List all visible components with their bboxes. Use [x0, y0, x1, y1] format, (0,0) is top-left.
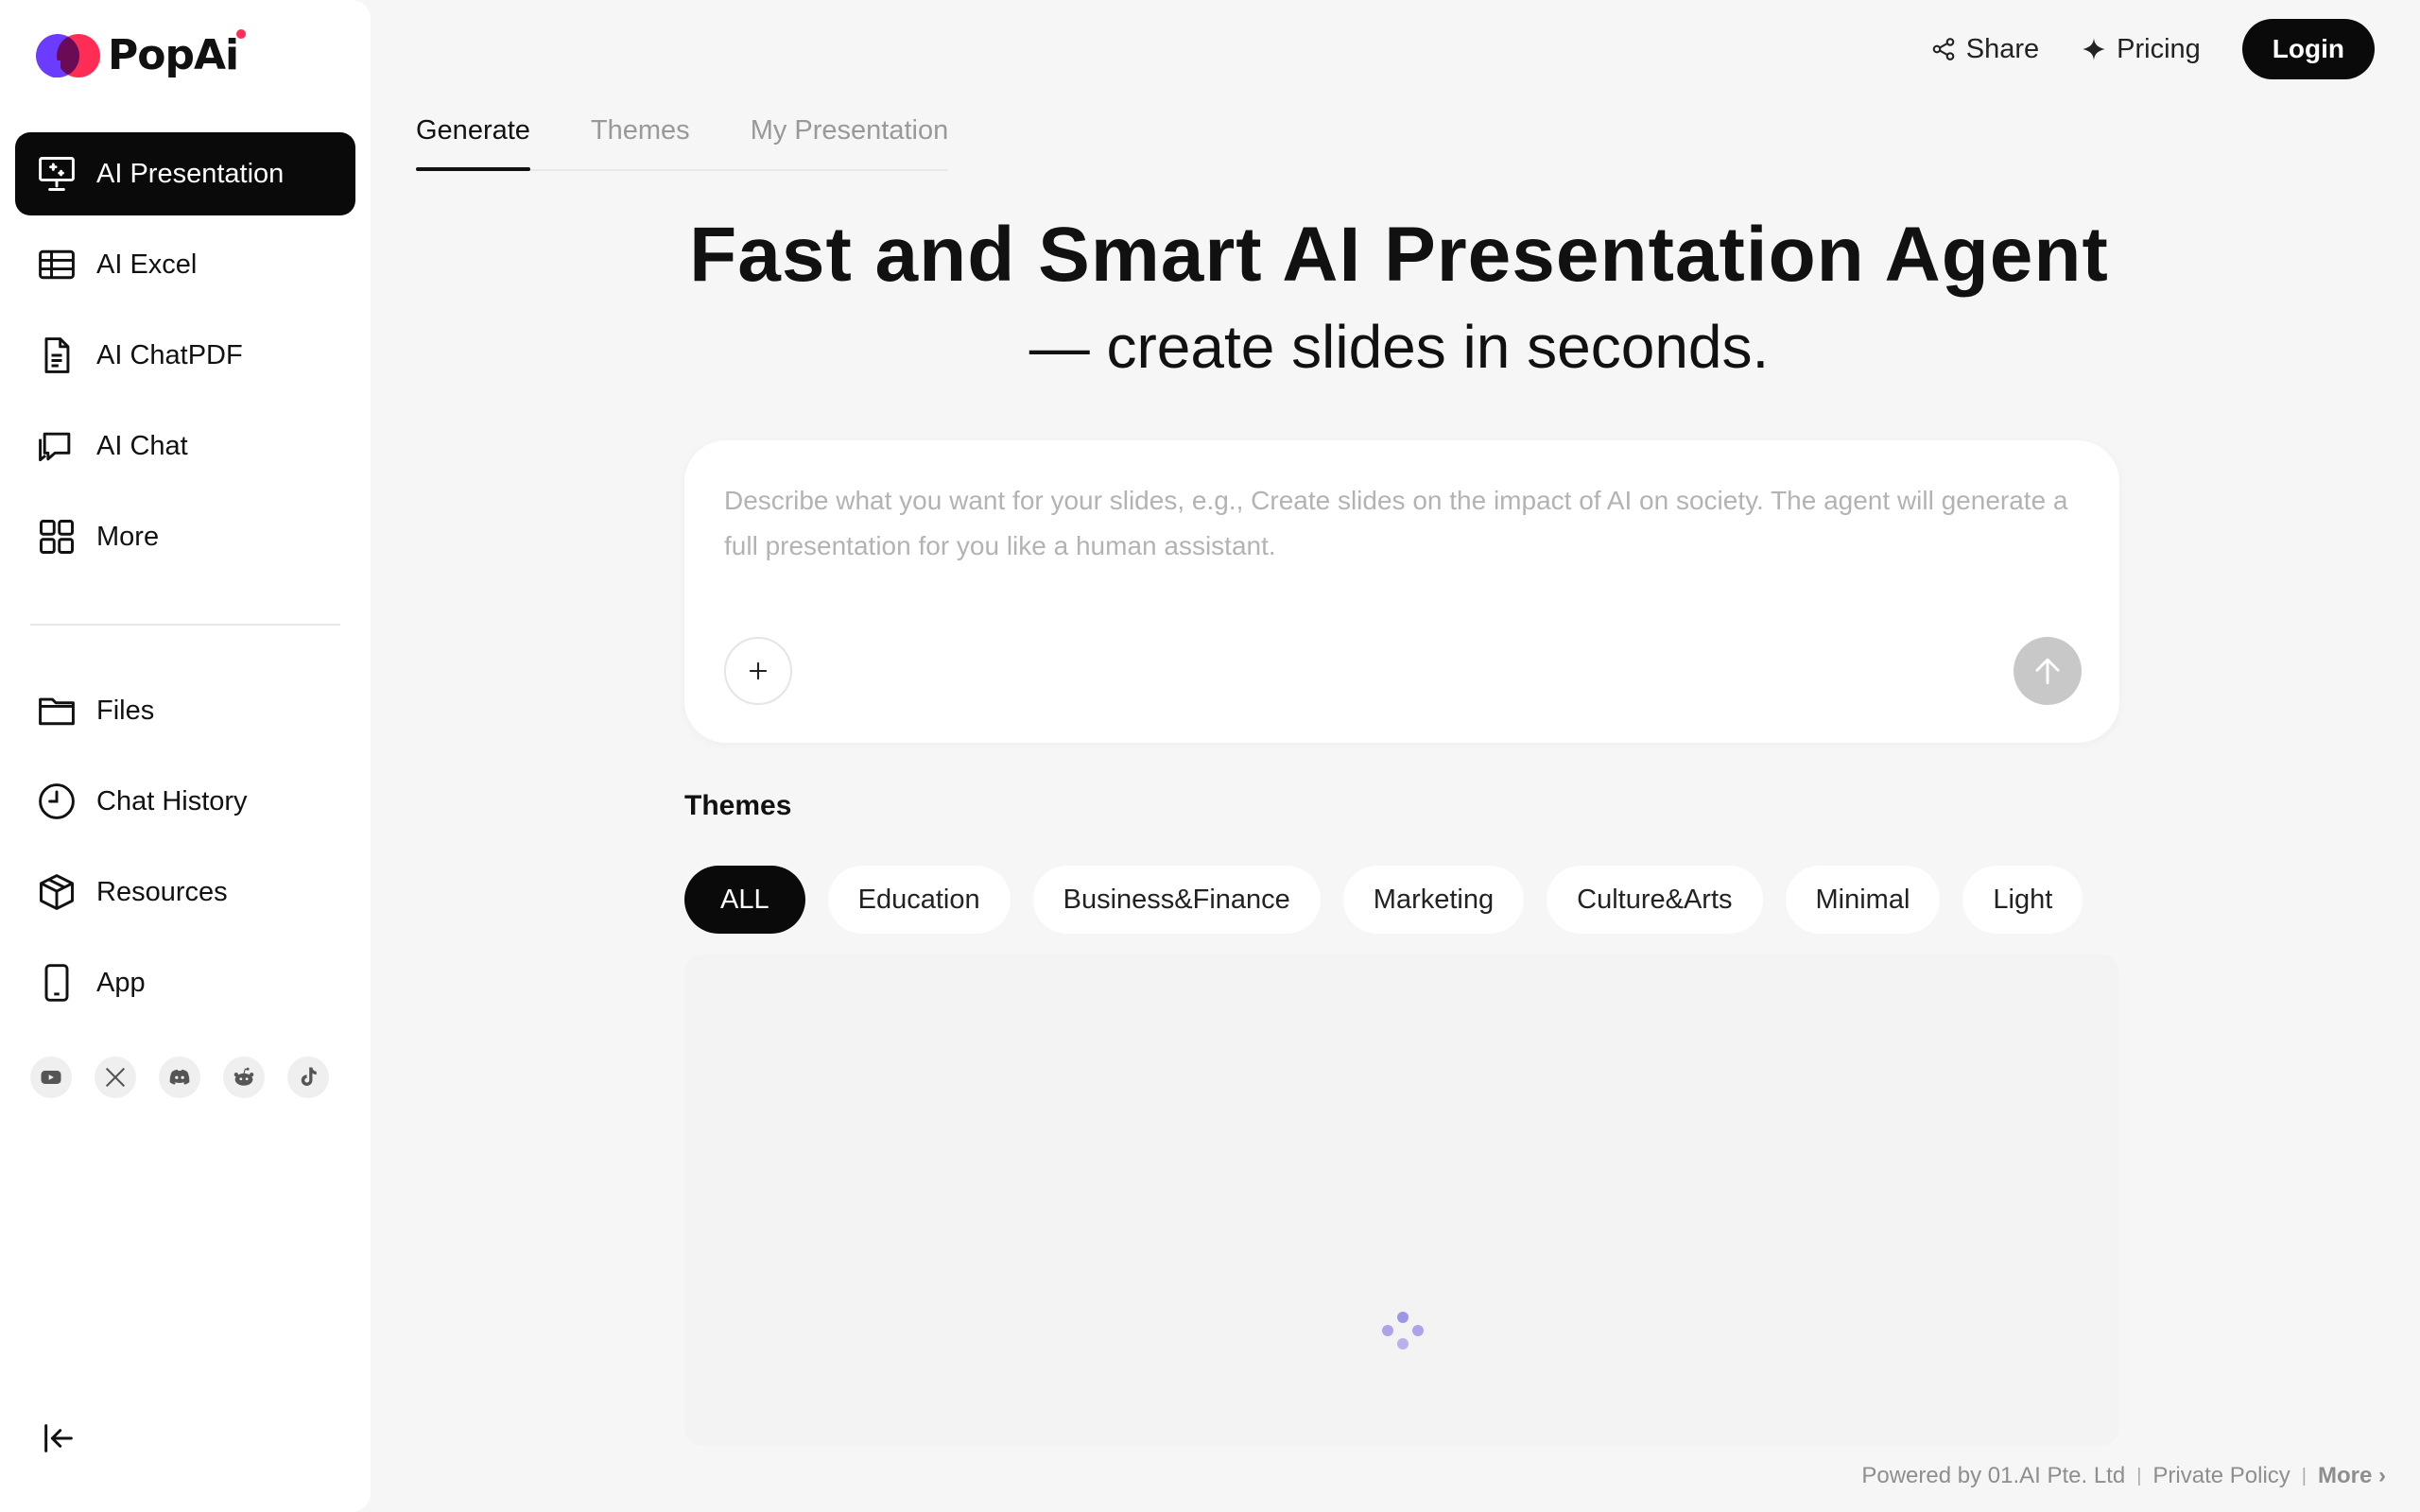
tab-themes[interactable]: Themes — [591, 104, 690, 169]
send-button[interactable] — [2014, 637, 2082, 705]
top-header: Share Pricing Login — [1930, 19, 2375, 79]
footer-separator: | — [2301, 1465, 2307, 1486]
popai-logo[interactable]: PopAi — [36, 28, 247, 81]
sidebar-secondary-nav: Files Chat History Resources App — [15, 669, 355, 1024]
themes-heading: Themes — [684, 790, 792, 821]
footer-more-link[interactable]: More › — [2318, 1463, 2386, 1489]
sidebar-item-label: AI Presentation — [96, 158, 285, 189]
footer: Powered by 01.AI Pte. Ltd | Private Poli… — [1861, 1463, 2386, 1489]
page-subtitle: — create slides in seconds. — [1028, 313, 1770, 381]
sidebar-item-resources[interactable]: Resources — [15, 850, 355, 934]
page-title: Fast and Smart AI Presentation Agent — [689, 212, 2109, 298]
arrow-up-icon — [2035, 658, 2060, 685]
plus-icon — [749, 662, 768, 680]
tab-my-presentation[interactable]: My Presentation — [751, 104, 949, 169]
chevron-right-icon: › — [2378, 1463, 2386, 1488]
box-icon — [40, 874, 74, 910]
attach-button[interactable] — [724, 637, 792, 705]
x-icon[interactable] — [95, 1057, 136, 1098]
sidebar-item-ai-chat[interactable]: AI Chat — [15, 404, 355, 488]
sidebar-item-label: AI ChatPDF — [96, 339, 243, 370]
sidebar-item-files[interactable]: Files — [15, 669, 355, 752]
sidebar-item-label: Chat History — [96, 785, 248, 816]
document-icon — [44, 337, 70, 373]
prompt-box[interactable]: Describe what you want for your slides, … — [684, 440, 2119, 743]
sidebar-divider — [30, 624, 340, 626]
login-button[interactable]: Login — [2241, 19, 2375, 79]
sidebar-item-label: App — [96, 967, 146, 998]
share-button[interactable]: Share — [1930, 34, 2039, 65]
sidebar-item-label: Resources — [96, 876, 228, 907]
phone-icon — [44, 964, 69, 1002]
sidebar-primary-nav: AI Presentation AI Excel AI ChatPDF AI C… — [15, 132, 355, 578]
social-links — [30, 1057, 329, 1098]
sidebar-item-label: More — [96, 521, 160, 552]
theme-chip-education[interactable]: Education — [827, 866, 1011, 934]
popai-logo-text: PopAi — [108, 28, 247, 79]
sidebar-item-ai-presentation[interactable]: AI Presentation — [15, 132, 355, 215]
reddit-icon[interactable] — [223, 1057, 265, 1098]
sidebar-item-label: AI Chat — [96, 430, 188, 461]
footer-separator: | — [2136, 1465, 2142, 1486]
presentation-tabs: Generate Themes My Presentation — [416, 104, 949, 171]
clock-icon — [39, 783, 75, 819]
pricing-link[interactable]: Pricing — [2081, 34, 2201, 65]
chat-icon — [39, 432, 71, 462]
prompt-input[interactable]: Describe what you want for your slides, … — [724, 478, 2085, 569]
pricing-label: Pricing — [2117, 33, 2201, 64]
themes-gallery — [684, 954, 2119, 1446]
hero: Fast and Smart AI Presentation Agent — c… — [416, 208, 2382, 387]
table-icon — [39, 249, 75, 280]
sidebar-item-ai-chatpdf[interactable]: AI ChatPDF — [15, 314, 355, 397]
theme-chip-business-finance[interactable]: Business&Finance — [1032, 866, 1321, 934]
theme-filter-chips: ALL Education Business&Finance Marketing… — [684, 866, 2121, 936]
sidebar-item-app[interactable]: App — [15, 941, 355, 1024]
share-label: Share — [1965, 33, 2040, 64]
loading-spinner — [1380, 1310, 1426, 1355]
presentation-icon — [39, 157, 75, 191]
tab-generate[interactable]: Generate — [416, 104, 530, 171]
privacy-policy-link[interactable]: Private Policy — [2152, 1463, 2290, 1489]
theme-chip-marketing[interactable]: Marketing — [1342, 866, 1525, 934]
grid-icon — [40, 520, 74, 554]
share-icon — [1932, 38, 1955, 60]
discord-icon[interactable] — [159, 1057, 200, 1098]
sparkle-icon — [2083, 38, 2105, 60]
theme-chip-culture-arts[interactable]: Culture&Arts — [1547, 866, 1763, 934]
theme-chip-light[interactable]: Light — [1962, 866, 2083, 934]
sidebar: PopAi AI Presentation AI Excel AI ChatPD… — [0, 0, 371, 1512]
sidebar-item-more[interactable]: More — [15, 495, 355, 578]
sidebar-item-ai-excel[interactable]: AI Excel — [15, 223, 355, 306]
folder-icon — [39, 697, 75, 726]
youtube-icon[interactable] — [30, 1057, 72, 1098]
tiktok-icon[interactable] — [287, 1057, 329, 1098]
popai-logo-mark — [36, 28, 104, 81]
collapse-sidebar-icon[interactable] — [40, 1419, 78, 1457]
theme-chip-all[interactable]: ALL — [684, 866, 805, 934]
powered-by-text: Powered by 01.AI Pte. Ltd — [1861, 1463, 2126, 1488]
sidebar-item-chat-history[interactable]: Chat History — [15, 760, 355, 843]
sidebar-item-label: AI Excel — [96, 249, 198, 280]
theme-chip-minimal[interactable]: Minimal — [1785, 866, 1941, 934]
sidebar-item-label: Files — [96, 695, 155, 726]
